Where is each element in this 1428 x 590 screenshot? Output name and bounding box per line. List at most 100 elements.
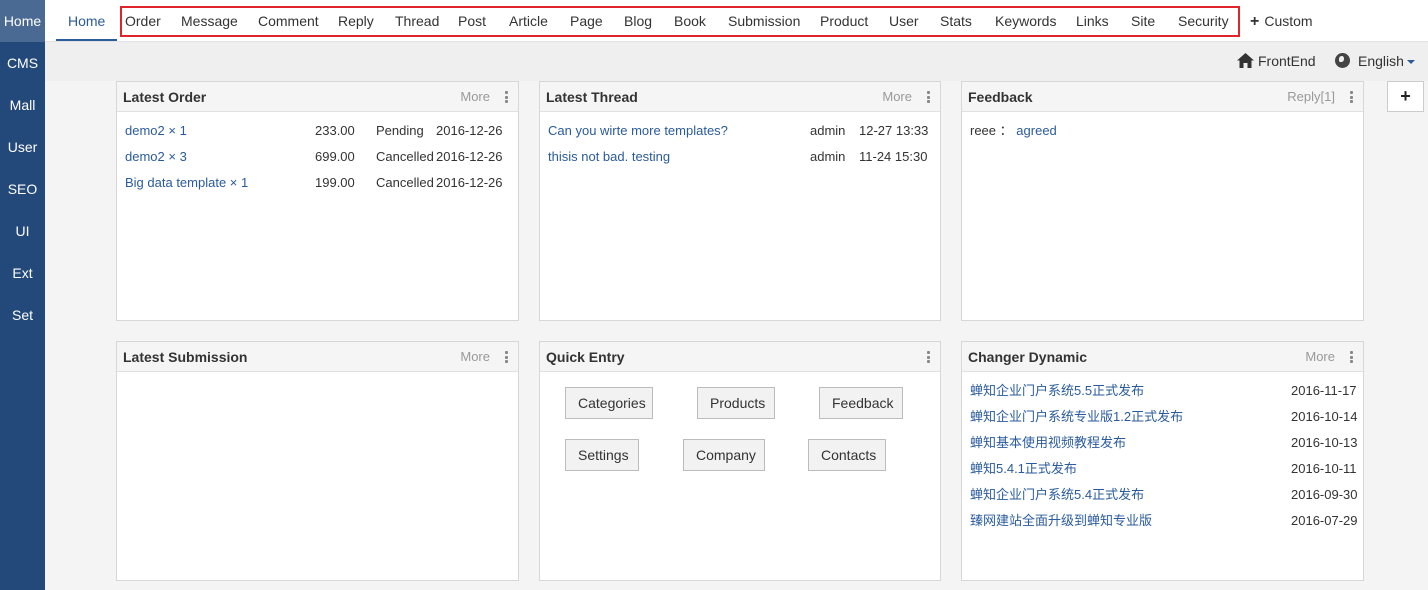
thread-subject[interactable]: Can you wirte more templates? [548,118,728,144]
sidebar: Home CMS Mall User SEO UI Ext Set [0,0,45,590]
tab-custom-label: Custom [1264,13,1313,29]
panel-header: Feedback Reply[1] [962,82,1363,112]
panel-title: Latest Order [123,89,207,105]
tab-keywords[interactable]: Keywords [995,8,1056,35]
order-name[interactable]: demo2 × 3 [125,144,187,170]
tab-site[interactable]: Site [1131,8,1155,35]
tab-message[interactable]: Message [181,8,238,35]
thread-author: admin [810,123,846,138]
frontend-link[interactable]: FrontEnd [1237,42,1316,81]
more-options-icon[interactable] [505,351,508,363]
sidebar-item-user[interactable]: User [0,126,45,168]
news-date: 2016-10-14 [1291,409,1358,424]
add-widget-button[interactable]: + [1387,81,1424,112]
sidebar-item-mall[interactable]: Mall [0,84,45,126]
products-button[interactable]: Products [697,387,775,419]
home-icon [1237,53,1254,68]
language-label: English [1358,53,1404,69]
globe-icon [1335,53,1350,68]
order-amount: 199.00 [315,175,355,190]
order-status: Cancelled [376,149,434,164]
sub-toolbar: FrontEnd English [45,42,1428,81]
more-options-icon[interactable] [505,91,508,103]
order-date: 2016-12-26 [436,123,503,138]
order-amount: 699.00 [315,149,355,164]
order-amount: 233.00 [315,123,355,138]
tab-product[interactable]: Product [820,8,868,35]
tab-thread[interactable]: Thread [395,8,439,35]
more-link[interactable]: More [1305,342,1335,372]
panel-feedback: Feedback Reply[1] reee ： agreed [961,81,1364,321]
news-title[interactable]: 臻网建站全面升级到蝉知专业版 [970,508,1152,534]
panel-title: Quick Entry [546,349,625,365]
settings-button[interactable]: Settings [565,439,639,471]
thread-subject[interactable]: thisis not bad. testing [548,144,670,170]
thread-author: admin [810,149,846,164]
more-options-icon[interactable] [1350,91,1353,103]
news-title[interactable]: 蝉知企业门户系统5.5正式发布 [970,378,1144,404]
tab-security[interactable]: Security [1178,8,1229,35]
news-date: 2016-07-29 [1291,513,1358,528]
feedback-user: reee [970,123,997,138]
tab-page[interactable]: Page [570,8,603,35]
news-title[interactable]: 蝉知企业门户系统5.4正式发布 [970,482,1144,508]
news-title[interactable]: 蝉知5.4.1正式发布 [970,456,1077,482]
panel-title: Feedback [968,89,1033,105]
tab-submission[interactable]: Submission [728,8,800,35]
sidebar-item-seo[interactable]: SEO [0,168,45,210]
news-title[interactable]: 蝉知企业门户系统专业版1.2正式发布 [970,404,1183,430]
more-link[interactable]: More [460,82,490,112]
sidebar-item-home[interactable]: Home [0,0,45,42]
tab-user[interactable]: User [889,8,919,35]
more-options-icon[interactable] [927,351,930,363]
sidebar-item-cms[interactable]: CMS [0,42,45,84]
panel-title: Latest Submission [123,349,248,365]
more-link[interactable]: More [882,82,912,112]
news-date: 2016-09-30 [1291,487,1358,502]
feedback-button[interactable]: Feedback [819,387,903,419]
panel-header: Changer Dynamic More [962,342,1363,372]
frontend-label: FrontEnd [1258,53,1316,69]
sidebar-item-ext[interactable]: Ext [0,252,45,294]
feedback-item[interactable]: reee ： agreed [970,118,1057,144]
plus-icon: + [1250,13,1260,30]
tab-article[interactable]: Article [509,8,548,35]
tab-comment[interactable]: Comment [258,8,319,35]
feedback-text[interactable]: agreed [1016,123,1056,138]
tab-reply[interactable]: Reply [338,8,374,35]
news-date: 2016-11-17 [1291,383,1357,398]
tab-custom[interactable]: + Custom [1250,0,1313,42]
sidebar-item-ui[interactable]: UI [0,210,45,252]
panel-quick-entry: Quick Entry Categories Products Feedback… [539,341,941,581]
contacts-button[interactable]: Contacts [808,439,886,471]
categories-button[interactable]: Categories [565,387,653,419]
sidebar-item-set[interactable]: Set [0,294,45,336]
news-title[interactable]: 蝉知基本使用视频教程发布 [970,430,1126,456]
company-button[interactable]: Company [683,439,765,471]
order-name[interactable]: demo2 × 1 [125,118,187,144]
more-options-icon[interactable] [1350,351,1353,363]
thread-time: 12-27 13:33 [859,123,929,138]
tab-book[interactable]: Book [674,8,706,35]
more-link[interactable]: More [460,342,490,372]
tab-stats[interactable]: Stats [940,8,972,35]
order-status: Cancelled [376,175,434,190]
tab-links[interactable]: Links [1076,8,1109,35]
tab-post[interactable]: Post [458,8,486,35]
feedback-separator: ： [999,123,1013,138]
tab-order[interactable]: Order [125,8,161,35]
panel-latest-order: Latest Order More demo2 × 1 233.00 Pendi… [116,81,519,321]
chevron-down-icon [1406,60,1415,64]
reply-link[interactable]: Reply[1] [1287,82,1335,112]
panel-title: Latest Thread [546,89,638,105]
panel-header: Quick Entry [540,342,940,372]
highlighted-tab-group: Order Message Comment Reply Thread Post … [120,6,1240,37]
tab-blog[interactable]: Blog [624,8,652,35]
more-options-icon[interactable] [927,91,930,103]
language-dropdown[interactable]: English [1335,42,1415,81]
panel-header: Latest Thread More [540,82,940,112]
panel-header: Latest Submission More [117,342,518,372]
tab-home[interactable]: Home [56,0,118,41]
order-name[interactable]: Big data template × 1 [125,170,248,196]
panel-changer-dynamic: Changer Dynamic More 蝉知企业门户系统5.5正式发布 201… [961,341,1364,581]
